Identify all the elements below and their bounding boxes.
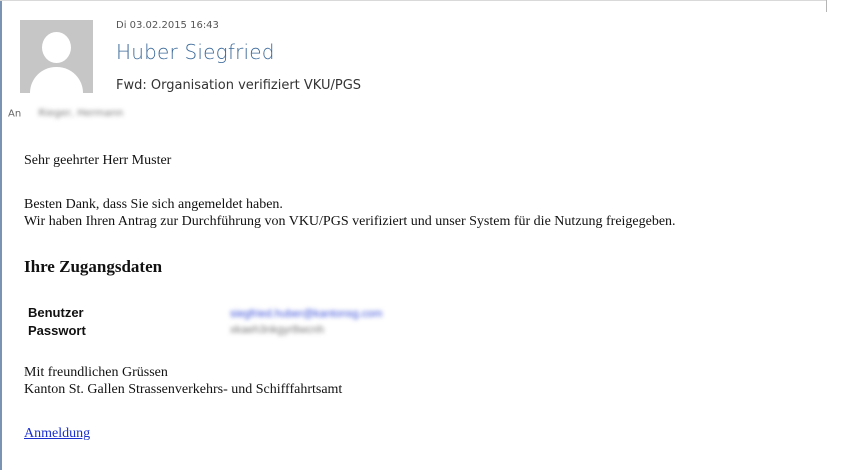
closing-line-1: Mit freundlichen Grüssen <box>24 365 168 380</box>
closing-line-2: Kanton St. Gallen Strassenverkehrs- und … <box>24 382 343 397</box>
username-label: Benutzer <box>28 305 84 320</box>
email-subject: Fwd: Organisation verifiziert VKU/PGS <box>116 78 362 93</box>
body-line-2: Wir haben Ihren Antrag zur Durchführung … <box>24 214 676 229</box>
sender-name[interactable]: Huber Siegfried <box>116 40 275 64</box>
header-top-border <box>0 0 826 1</box>
scrollbar-edge <box>826 0 827 12</box>
body-line-1: Besten Dank, dass Sie sich angemeldet ha… <box>24 197 283 212</box>
sender-avatar <box>20 20 93 93</box>
password-value: xkaeh3nkgyr8wcnh <box>230 324 325 336</box>
window-left-edge <box>0 0 2 470</box>
avatar-head-icon <box>42 32 71 63</box>
greeting-text: Sehr geehrter Herr Muster <box>24 153 172 168</box>
password-label: Passwort <box>28 323 86 338</box>
credentials-heading: Ihre Zugangsdaten <box>24 257 163 276</box>
recipient-name[interactable]: Rieger, Hermann <box>38 108 123 119</box>
to-label: An <box>8 108 22 120</box>
username-value[interactable]: siegfried.huber@kantonsg.com <box>230 306 382 323</box>
sent-date: Di 03.02.2015 16:43 <box>116 20 219 31</box>
login-link[interactable]: Anmeldung <box>24 425 90 442</box>
recipient-row: An Rieger, Hermann <box>8 108 123 120</box>
avatar-shoulders-icon <box>30 67 83 93</box>
